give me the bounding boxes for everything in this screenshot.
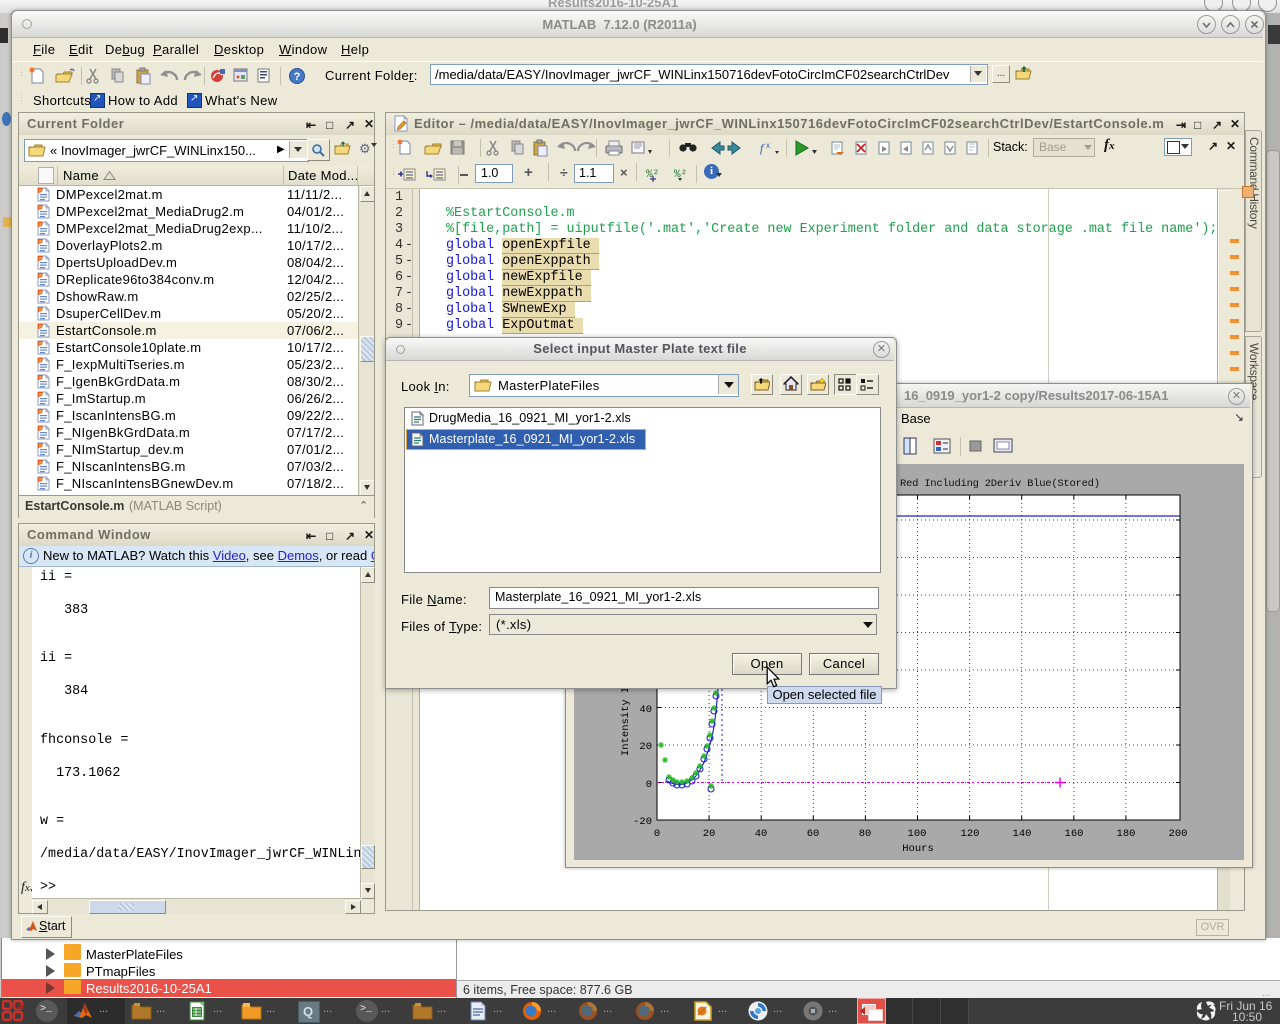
svg-text:60: 60 (807, 828, 820, 840)
svg-text:0: 0 (646, 779, 652, 791)
svg-text:160: 160 (1065, 828, 1084, 840)
svg-text:140: 140 (1013, 828, 1032, 840)
svg-text:120: 120 (961, 828, 980, 840)
svg-text:0: 0 (654, 828, 660, 840)
svg-text:40: 40 (639, 704, 652, 716)
svg-text:f: f (760, 141, 765, 155)
svg-text:20: 20 (703, 828, 716, 840)
svg-text:Red Including 2Deriv Blue(Stor: Red Including 2Deriv Blue(Stored) (900, 478, 1100, 490)
svg-text:x: x (766, 141, 770, 150)
svg-text:200: 200 (1169, 828, 1188, 840)
svg-text:?: ? (294, 71, 301, 83)
svg-text:80: 80 (859, 828, 872, 840)
svg-text:20: 20 (639, 741, 652, 753)
svg-text:-20: -20 (633, 816, 652, 828)
svg-text:180: 180 (1117, 828, 1136, 840)
svg-text:Hours: Hours (902, 843, 934, 855)
svg-text:40: 40 (755, 828, 768, 840)
svg-text:100: 100 (908, 828, 927, 840)
